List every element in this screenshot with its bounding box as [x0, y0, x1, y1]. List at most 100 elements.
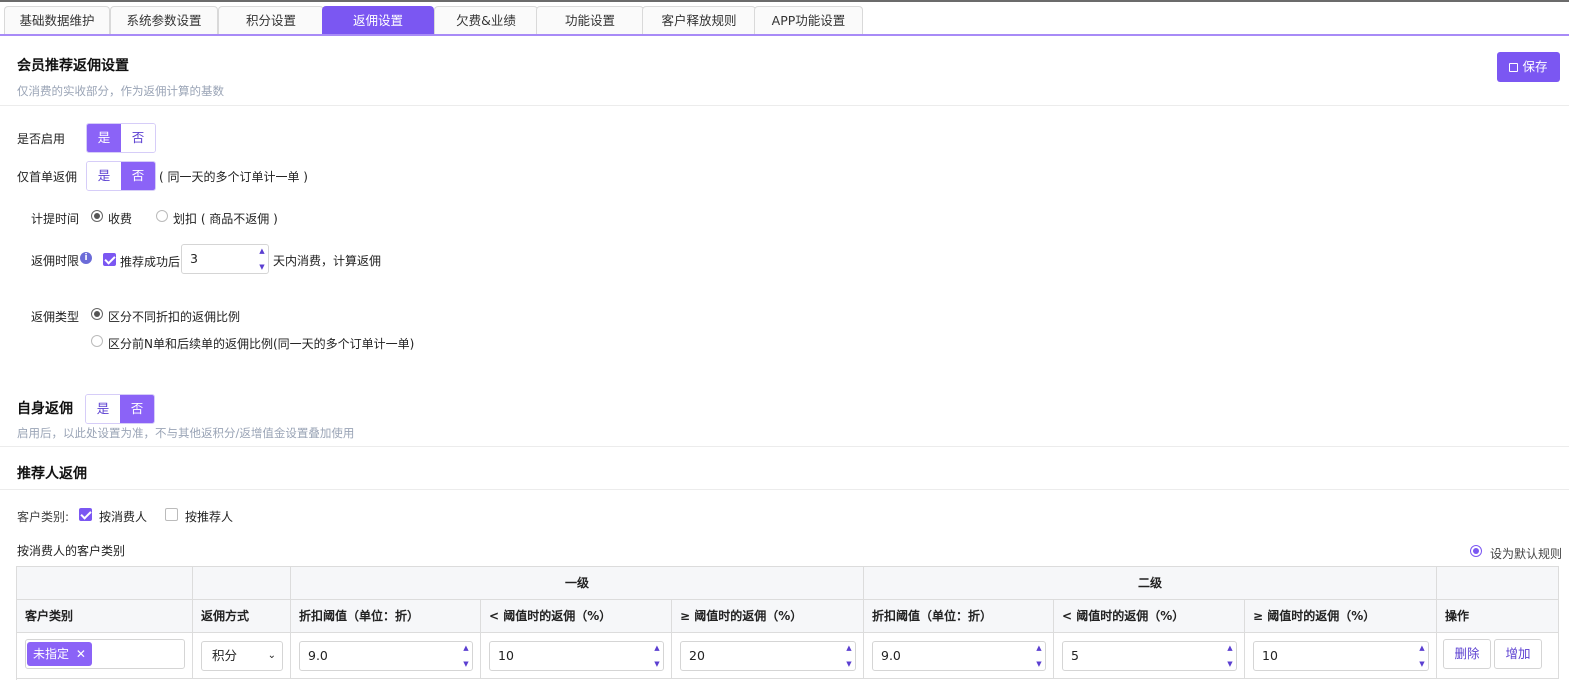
tab-commission[interactable]: 返佣设置 — [322, 6, 434, 34]
first-order-no-option[interactable]: 否 — [121, 162, 155, 190]
table-group-level2: 二级 — [864, 567, 1437, 600]
type-label: 返佣类型 — [31, 310, 80, 324]
self-section-subtitle: 启用后，以此处设置为准，不与其他返积分/返增值金设置叠加使用 — [17, 426, 355, 440]
by-referrer-checkbox[interactable] — [165, 508, 178, 521]
calc-time-charge-radio[interactable] — [91, 210, 103, 222]
tab-app-features[interactable]: APP功能设置 — [754, 6, 863, 34]
spin-up-icon[interactable]: ▲ — [462, 644, 470, 652]
spin-down-icon[interactable]: ▼ — [653, 660, 661, 668]
table-header-empty — [193, 567, 291, 600]
tab-system-params[interactable]: 系统参数设置 — [110, 6, 218, 34]
table-header-cell: < 阈值时的返佣（%） — [481, 600, 672, 633]
tab-arrears[interactable]: 欠费&业绩 — [434, 6, 538, 34]
type-discount-radio[interactable] — [91, 308, 103, 320]
tag-close-icon[interactable]: ✕ — [76, 647, 86, 661]
calc-time-deduct-label: 划扣 ( 商品不返佣 ) — [173, 212, 278, 226]
self-section-title: 自身返佣 — [17, 401, 73, 417]
divider — [0, 105, 1569, 106]
type-order-count-radio[interactable] — [91, 335, 103, 347]
table-header-cell: ≥ 阈值时的返佣（%） — [1245, 600, 1437, 633]
l2-threshold-input[interactable]: 9.0 ▲ ▼ — [872, 641, 1046, 671]
spin-down-icon[interactable]: ▼ — [845, 660, 853, 668]
spin-down-icon[interactable]: ▼ — [1418, 660, 1426, 668]
l1-threshold-input[interactable]: 9.0 ▲ ▼ — [299, 641, 473, 671]
info-icon[interactable]: i — [80, 252, 92, 264]
limit-suffix: 天内消费，计算返佣 — [273, 254, 382, 268]
table-header-cell: < 阈值时的返佣（%） — [1054, 600, 1245, 633]
table-group-level1: 一级 — [291, 567, 864, 600]
spin-up-icon[interactable]: ▲ — [1226, 644, 1234, 652]
limit-checkbox[interactable] — [103, 253, 116, 266]
table-header-empty — [17, 567, 193, 600]
default-rule-radio[interactable] — [1470, 545, 1482, 557]
table-row-cell: 20 ▲ ▼ — [672, 633, 864, 679]
calc-time-charge-label: 收费 — [108, 212, 133, 226]
self-no-option[interactable]: 否 — [120, 395, 154, 423]
member-section-title: 会员推荐返佣设置 — [17, 58, 129, 74]
table-header-cell: ≥ 阈值时的返佣（%） — [672, 600, 864, 633]
l2-above-input[interactable]: 10 ▲ ▼ — [1253, 641, 1429, 671]
table-row-cell: 9.0 ▲ ▼ — [291, 633, 481, 679]
spin-up-icon[interactable]: ▲ — [1418, 644, 1426, 652]
method-select[interactable]: 积分 ⌄ — [201, 641, 283, 671]
save-icon — [1509, 63, 1519, 72]
first-order-yes-option[interactable]: 是 — [87, 162, 121, 190]
window-top-border — [0, 0, 1569, 2]
calc-time-deduct-radio[interactable] — [156, 210, 168, 222]
spin-up-icon[interactable]: ▲ — [258, 247, 266, 255]
spin-up-icon[interactable]: ▲ — [653, 644, 661, 652]
self-toggle: 是 否 — [85, 394, 155, 424]
spin-up-icon[interactable]: ▲ — [845, 644, 853, 652]
customer-category-select[interactable]: 未指定 ✕ — [25, 639, 185, 669]
tab-points[interactable]: 积分设置 — [218, 6, 324, 34]
enable-yes-option[interactable]: 是 — [87, 124, 121, 152]
enable-label: 是否启用 — [17, 132, 66, 146]
referrer-section-title: 推荐人返佣 — [17, 466, 87, 482]
limit-label: 返佣时限 — [31, 254, 80, 268]
table-row-actions-cell: 删除 增加 — [1437, 633, 1559, 679]
l1-below-input[interactable]: 10 ▲ ▼ — [489, 641, 664, 671]
enable-no-option[interactable]: 否 — [121, 124, 155, 152]
table-header-cell: 返佣方式 — [193, 600, 291, 633]
delete-row-button[interactable]: 删除 — [1443, 639, 1491, 669]
customer-category-label: 客户类别: — [17, 510, 70, 524]
tab-basic-data[interactable]: 基础数据维护 — [4, 6, 110, 34]
self-yes-option[interactable]: 是 — [86, 395, 120, 423]
spin-down-icon[interactable]: ▼ — [1226, 660, 1234, 668]
save-button-label: 保存 — [1522, 59, 1548, 74]
table-title: 按消费人的客户类别 — [17, 544, 126, 558]
enable-toggle: 是 否 — [86, 123, 156, 153]
by-consumer-checkbox[interactable] — [79, 508, 92, 521]
limit-days-input[interactable]: 3 ▲ ▼ — [181, 244, 269, 274]
divider — [0, 446, 1569, 447]
table-header-cell: 操作 — [1437, 600, 1559, 633]
table-row-cell: 9.0 ▲ ▼ — [864, 633, 1054, 679]
calc-time-label: 计提时间 — [31, 212, 80, 226]
tab-features[interactable]: 功能设置 — [536, 6, 644, 34]
type-discount-label: 区分不同折扣的返佣比例 — [108, 310, 241, 324]
spin-down-icon[interactable]: ▼ — [462, 660, 470, 668]
table-header-empty — [1437, 567, 1559, 600]
by-consumer-label: 按消费人 — [99, 510, 148, 524]
divider — [0, 489, 1569, 490]
first-order-label: 仅首单返佣 — [17, 170, 78, 184]
table-row-cell: 10 ▲ ▼ — [1245, 633, 1437, 679]
category-tag: 未指定 ✕ — [27, 642, 92, 666]
spin-down-icon[interactable]: ▼ — [258, 263, 266, 271]
tab-customer-release[interactable]: 客户释放规则 — [642, 6, 756, 34]
chevron-down-icon: ⌄ — [267, 650, 276, 661]
save-button[interactable]: 保存 — [1497, 52, 1560, 82]
by-referrer-label: 按推荐人 — [185, 510, 234, 524]
add-row-button[interactable]: 增加 — [1494, 639, 1542, 669]
l1-above-input[interactable]: 20 ▲ ▼ — [680, 641, 856, 671]
tab-bar: 基础数据维护 系统参数设置 积分设置 返佣设置 欠费&业绩 功能设置 客户释放规… — [0, 4, 1569, 36]
table-header-cell: 折扣阈值（单位：折） — [864, 600, 1054, 633]
table-row-cell: 10 ▲ ▼ — [481, 633, 672, 679]
member-section-subtitle: 仅消费的实收部分，作为返佣计算的基数 — [17, 84, 224, 98]
l2-below-input[interactable]: 5 ▲ ▼ — [1062, 641, 1237, 671]
first-order-note: ( 同一天的多个订单计一单 ) — [159, 170, 308, 184]
spin-down-icon[interactable]: ▼ — [1035, 660, 1043, 668]
spin-up-icon[interactable]: ▲ — [1035, 644, 1043, 652]
commission-table: 一级 二级 客户类别 返佣方式 折扣阈值（单位：折） < 阈值时的返佣（%） ≥… — [16, 566, 1559, 680]
table-row-method-cell: 积分 ⌄ — [193, 633, 291, 679]
